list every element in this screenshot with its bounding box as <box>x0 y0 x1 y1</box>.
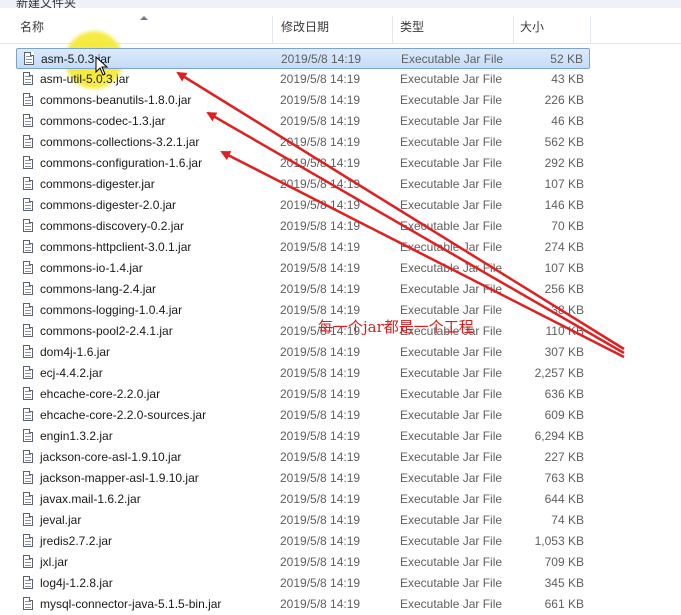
arrow-to-asm-util <box>176 71 625 351</box>
mouse-cursor-icon <box>95 56 109 76</box>
annotation-text: 每一个jar都是一个工程 <box>318 318 474 336</box>
annotation-arrows <box>176 71 625 359</box>
